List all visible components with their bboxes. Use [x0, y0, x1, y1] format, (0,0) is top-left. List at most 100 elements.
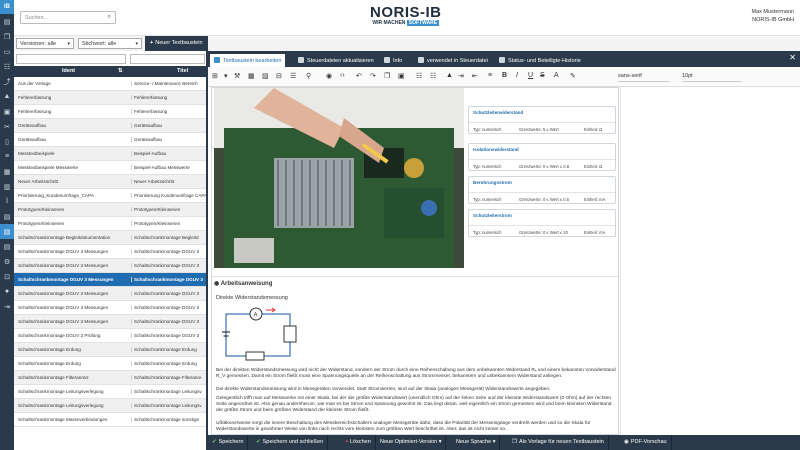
table-row[interactable]: Schaltschrankmontage Begleitdokumentatio… [14, 231, 206, 245]
text-blocks-icon[interactable]: ▤ [0, 209, 14, 224]
table-row[interactable]: Messtextbeispiele Beispiel-Aufbau [14, 147, 206, 161]
editor-content[interactable]: Schutzleiterwiderstand Typ: numerisch Gre… [211, 87, 619, 435]
measurement-card[interactable]: Berührungsstrom Typ: numerisch Grenzwerte… [468, 176, 616, 204]
table-row[interactable]: Geräteaufbau Geräteaufbau [14, 119, 206, 133]
chart-icon[interactable]: ⤴ [0, 74, 14, 89]
indent-icon[interactable]: ⇥ [458, 72, 464, 80]
outdent-icon[interactable]: ⇤ [472, 72, 478, 80]
format-icon[interactable]: ⊞ [212, 72, 218, 80]
fields-icon[interactable]: ⊟ [276, 72, 282, 80]
close-icon[interactable]: ✕ [789, 53, 796, 62]
settings-icon[interactable]: ⚙ [0, 254, 14, 269]
font-size-select[interactable]: 10pt [682, 71, 742, 82]
paste-icon[interactable]: ▣ [398, 72, 405, 80]
table-row[interactable]: Schaltschrankmontage Erdung Schaltschrank… [14, 357, 206, 371]
tab-status-history[interactable]: Status- und Beteiligte-Historie [495, 54, 585, 67]
lock-icon[interactable]: ⊡ [0, 269, 14, 284]
wand-icon[interactable]: ⚒ [234, 72, 240, 80]
tab-info[interactable]: Info [380, 54, 406, 67]
table-row[interactable]: Prototypen/Kleinserien Prototypen/Kleinse… [14, 203, 206, 217]
align-left-icon[interactable]: ≡ [488, 72, 492, 79]
table-row[interactable]: Schaltschrankmontage DGUV 3 Messungen Sch… [14, 301, 206, 315]
logout-icon[interactable]: ⇥ [0, 299, 14, 314]
table-row[interactable]: Schaltschrankmontage Leitungsverlegung Sc… [14, 385, 206, 399]
underline-icon[interactable]: U [528, 72, 533, 79]
table-row[interactable]: Schaltschrankmontage DGUV 3 Messungen Sch… [14, 287, 206, 301]
align-icon[interactable]: ☰ [290, 72, 296, 80]
measurement-card[interactable]: Isolationswiderstand Typ: numerisch Grenz… [468, 143, 616, 171]
save-button[interactable]: ✔ Speichern [208, 435, 249, 450]
document-icon[interactable]: ▤ [0, 14, 14, 29]
search-icon[interactable]: ⌕ [108, 14, 111, 21]
versions-select[interactable]: Versionen: alle ▾ [16, 38, 74, 49]
user-info[interactable]: Max Mustermann NORIS-IB GmbH [752, 8, 795, 24]
text-color-icon[interactable]: A [554, 72, 559, 79]
table-row[interactable]: Schaltschrankmontage DGUV 3 Prüfung Schal… [14, 329, 206, 343]
file-icon[interactable]: ▯ [0, 134, 14, 149]
table-row[interactable]: Schaltschrankmontage DGUV 3 Messungen Sch… [14, 273, 206, 287]
table-row[interactable]: Schaltschrankmontage DGUV 3 Messungen Sch… [14, 315, 206, 329]
measurement-card[interactable]: Schutzleiterstrom Typ: numerisch Grenzwer… [468, 209, 616, 237]
paint-icon[interactable]: ▲ [446, 72, 453, 79]
title-filter-input[interactable] [130, 54, 205, 64]
search-input[interactable]: Suchen... ⌕ [20, 11, 116, 24]
new-version-button[interactable]: Neue Optimiert-Version ▾ [376, 435, 447, 450]
table-row[interactable]: Geräteaufbau Geräteaufbau [14, 133, 206, 147]
keyword-select[interactable]: Stichwort: alle ▾ [78, 38, 142, 49]
tab-update-control-files[interactable]: Steuerdateien aktualisieren [294, 54, 378, 67]
image-icon[interactable]: ▨ [262, 72, 269, 80]
tab-edit-text-module[interactable]: Textbaustein bearbeiten [210, 54, 286, 67]
pdf-preview-button[interactable]: ◉ PDF-Vorschau [620, 435, 672, 450]
table-row[interactable]: Priorisierung_Kundenumfrage_CAPA Priorisi… [14, 189, 206, 203]
folder-icon[interactable]: ▭ [0, 44, 14, 59]
tab-used-in-control-file[interactable]: verwendet in Steuerdatei [414, 54, 492, 67]
copy-icon[interactable]: ❐ [384, 72, 390, 80]
table-icon[interactable]: ▦ [248, 72, 255, 80]
eye-icon[interactable]: ◉ [326, 72, 332, 80]
table-row[interactable]: Messtextbeispiele Messwerte Beispiel-Aufb… [14, 161, 206, 175]
app-logo-icon[interactable]: IB [0, 0, 14, 14]
redo-icon[interactable]: ↷ [370, 72, 376, 80]
graduation-icon[interactable]: ▲ [0, 89, 14, 104]
code-icon[interactable]: ‹› [340, 72, 345, 79]
font-family-select[interactable]: sans-serif [618, 71, 670, 82]
as-template-button[interactable]: ❐ Als Vorlage für neuen Textbaustein [508, 435, 609, 450]
table-row[interactable]: Schaltschrankmontage Leitungsverlegung Sc… [14, 399, 206, 413]
sort-icon[interactable]: ⇅ [118, 68, 123, 74]
table-row[interactable]: Aus der Vorlage Service- / Maintenance Be… [14, 77, 206, 91]
chevron-down-icon[interactable]: ▾ [224, 72, 228, 80]
list-bullets-icon[interactable]: ☷ [416, 72, 422, 80]
highlight-icon[interactable]: ✎ [570, 72, 576, 80]
copy-icon[interactable]: ❐ [0, 29, 14, 44]
table-row[interactable]: Schaltschrankmontage Masseverbindungen Sc… [14, 413, 206, 427]
user-icon[interactable]: ● [0, 284, 14, 299]
italic-icon[interactable]: I [516, 72, 518, 79]
box-icon[interactable]: ▣ [0, 104, 14, 119]
table-row[interactable]: Prototypen/Kleinserien Prototypen/Kleinse… [14, 217, 206, 231]
table-row[interactable]: Schaltschrankmontage Erdung Schaltschrank… [14, 343, 206, 357]
strikethrough-icon[interactable]: S [540, 72, 545, 79]
table-row[interactable]: Neuer Arbeitsschritt Neuer Arbeitsschritt [14, 175, 206, 189]
tasks-icon[interactable]: ☷ [0, 59, 14, 74]
measurement-card[interactable]: Schutzleiterwiderstand Typ: numerisch Gre… [468, 106, 616, 134]
table-icon[interactable]: ▦ [0, 164, 14, 179]
link-icon[interactable]: ⚲ [306, 72, 311, 80]
list-numbers-icon[interactable]: ☷ [430, 72, 436, 80]
thermometer-icon[interactable]: ǀ [0, 194, 14, 209]
table-row[interactable]: Schaltschrankmontage Filteranreiz Schalts… [14, 371, 206, 385]
document-list-icon[interactable]: ▤ [0, 239, 14, 254]
bold-icon[interactable]: B [502, 72, 507, 79]
book-icon[interactable]: ▥ [0, 179, 14, 194]
tools-icon[interactable]: ✂ [0, 119, 14, 134]
table-row[interactable]: Schaltschrankmontage DGUV 3 Messungen Sch… [14, 245, 206, 259]
table-row[interactable]: Schaltschrankmontage DGUV 3 Messungen Sch… [14, 259, 206, 273]
text-module-icon[interactable]: ▤ [0, 224, 14, 239]
column-header-ident[interactable]: Ident [62, 68, 75, 74]
ident-filter-input[interactable] [16, 54, 126, 64]
save-close-button[interactable]: ✔ Speichern und schließen [252, 435, 329, 450]
layers-icon[interactable]: ≡ [0, 149, 14, 164]
delete-button[interactable]: ▪ Löschen [342, 435, 376, 450]
table-row[interactable]: Fehlererfassung Fehlererfassung [14, 105, 206, 119]
new-text-module-button[interactable]: + Neuer Textbaustein [145, 36, 208, 51]
table-row[interactable]: Fehlererfassung Fehlererfassung [14, 91, 206, 105]
